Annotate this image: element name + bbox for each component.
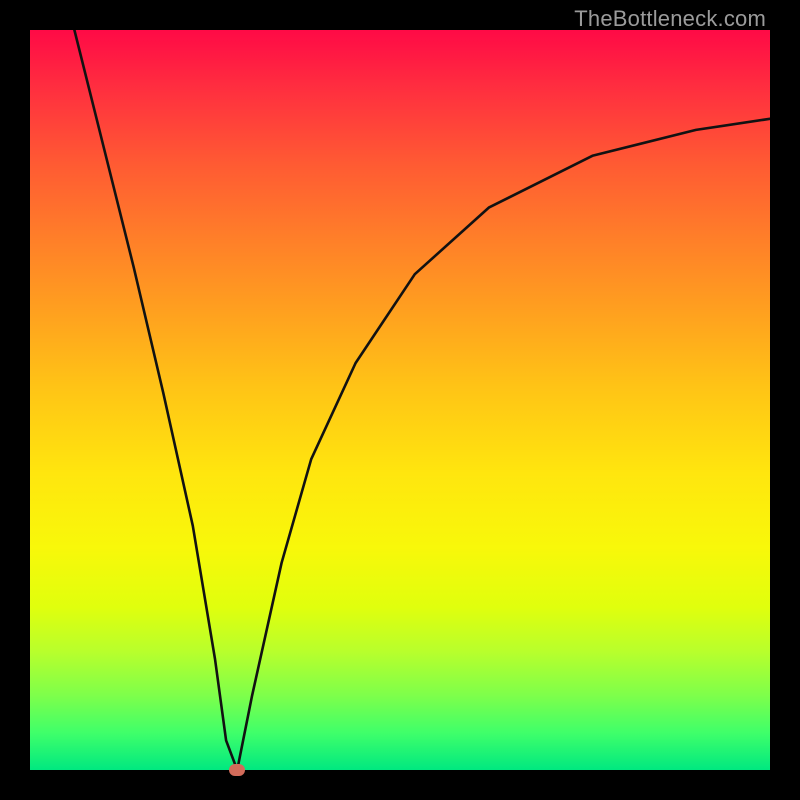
curve-svg xyxy=(30,30,770,770)
watermark-text: TheBottleneck.com xyxy=(574,6,766,32)
plot-area xyxy=(30,30,770,770)
curve-path xyxy=(74,30,770,770)
min-point-marker xyxy=(229,764,245,776)
chart-frame: TheBottleneck.com xyxy=(0,0,800,800)
